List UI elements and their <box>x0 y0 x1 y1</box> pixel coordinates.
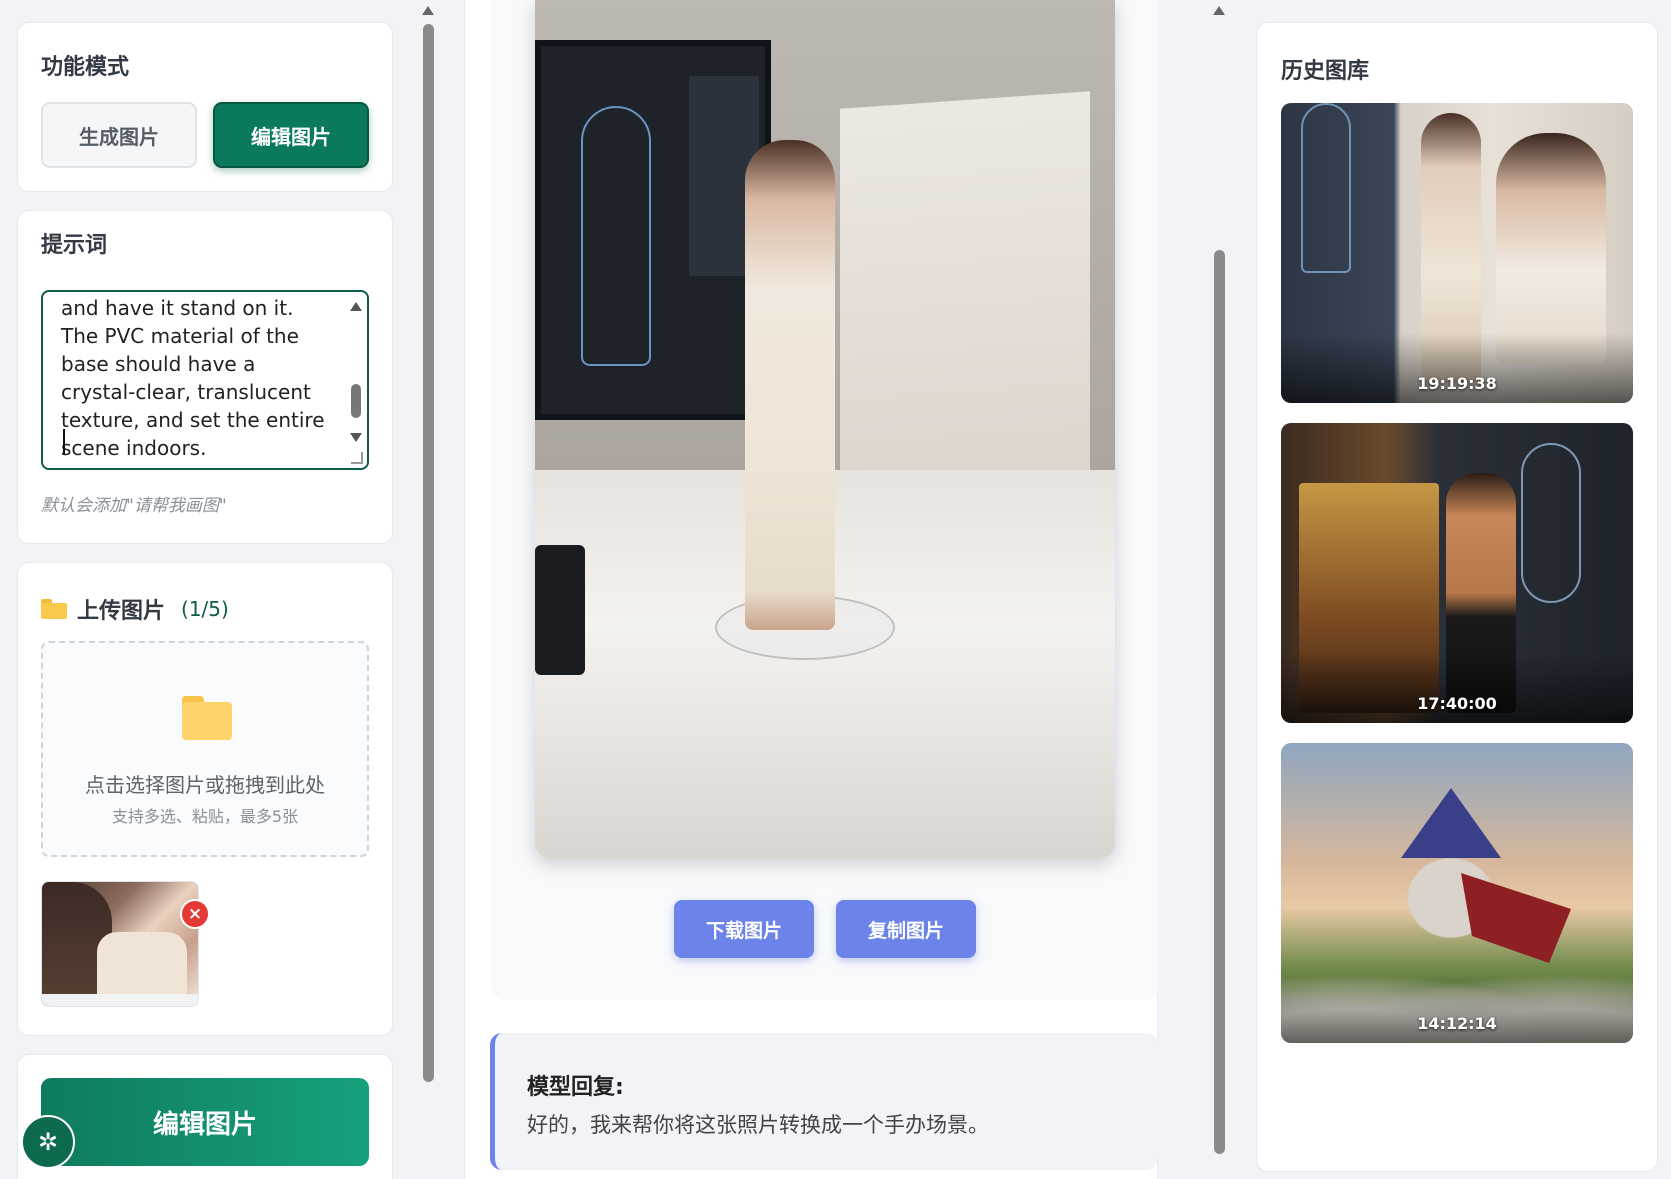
upload-count: (1/5) <box>181 597 229 621</box>
left-panel: 功能模式 生成图片 编辑图片 提示词 and have it stand on … <box>0 0 440 1179</box>
generate-image-button[interactable]: 生成图片 <box>41 102 197 168</box>
scroll-thumb[interactable] <box>351 384 361 418</box>
scroll-down-arrow-icon[interactable] <box>350 433 362 442</box>
history-title: 历史图库 <box>1281 59 1370 84</box>
upload-card: 上传图片 (1/5) 点击选择图片或拖拽到此处 支持多选、粘贴，最多5张 × <box>17 562 393 1036</box>
remove-image-button[interactable]: × <box>180 899 210 929</box>
left-scrollbar[interactable] <box>419 0 437 1179</box>
folder-icon <box>41 599 67 619</box>
upload-title: 上传图片 <box>77 599 166 624</box>
history-item[interactable]: 17:40:00 <box>1281 423 1633 723</box>
reply-text: 好的，我来帮你将这张照片转换成一个手办场景。 <box>527 1113 989 1137</box>
history-timestamp: 17:40:00 <box>1417 694 1497 713</box>
scroll-up-arrow-icon[interactable] <box>422 6 434 15</box>
dropzone-sublabel: 支持多选、粘贴，最多5张 <box>111 807 299 826</box>
upload-header: 上传图片 (1/5) <box>41 593 229 625</box>
prompt-text: and have it stand on it. The PVC materia… <box>61 296 325 460</box>
resize-handle-icon[interactable] <box>351 452 363 464</box>
edit-image-mode-button[interactable]: 编辑图片 <box>213 102 369 168</box>
scroll-up-arrow-icon[interactable] <box>350 302 362 311</box>
upload-dropzone[interactable]: 点击选择图片或拖拽到此处 支持多选、粘贴，最多5张 <box>41 641 369 857</box>
middle-scrollbar[interactable] <box>1210 0 1228 1179</box>
uploaded-image-thumbnail[interactable] <box>41 881 199 1007</box>
monitor <box>535 40 771 420</box>
mode-card: 功能模式 生成图片 编辑图片 <box>17 22 393 192</box>
scroll-thumb[interactable] <box>1214 250 1225 1154</box>
folder-icon <box>182 696 232 740</box>
edit-image-submit-button[interactable]: 编辑图片 <box>41 1078 369 1166</box>
download-image-button[interactable]: 下载图片 <box>674 900 814 958</box>
copy-image-button[interactable]: 复制图片 <box>836 900 976 958</box>
dropzone-label: 点击选择图片或拖拽到此处 <box>85 773 325 797</box>
prompt-hint: 默认会添加"请帮我画图" <box>41 496 227 516</box>
theme-toggle-icon[interactable]: ✲ <box>21 1115 75 1169</box>
text-caret <box>63 429 65 455</box>
history-timestamp: 19:19:38 <box>1417 374 1497 393</box>
history-timestamp: 14:12:14 <box>1417 1014 1497 1033</box>
history-item[interactable]: 14:12:14 <box>1281 743 1633 1043</box>
history-item[interactable]: 19:19:38 <box>1281 103 1633 403</box>
scroll-up-arrow-icon[interactable] <box>1213 6 1225 15</box>
reply-title: 模型回复: <box>527 1075 624 1100</box>
action-card: 编辑图片 <box>17 1054 393 1179</box>
history-panel: 历史图库 19:19:38 17:40:00 14:12:14 <box>1256 22 1658 1172</box>
prompt-textarea[interactable]: and have it stand on it. The PVC materia… <box>41 290 369 470</box>
prompt-card: 提示词 and have it stand on it. The PVC mat… <box>17 210 393 544</box>
mode-title: 功能模式 <box>41 55 130 80</box>
result-image[interactable] <box>535 0 1115 858</box>
scroll-thumb[interactable] <box>423 24 434 1082</box>
textarea-scrollbar[interactable] <box>347 296 365 446</box>
model-reply: 模型回复: 好的，我来帮你将这张照片转换成一个手办场景。 <box>490 1033 1158 1170</box>
prompt-title: 提示词 <box>41 233 108 258</box>
